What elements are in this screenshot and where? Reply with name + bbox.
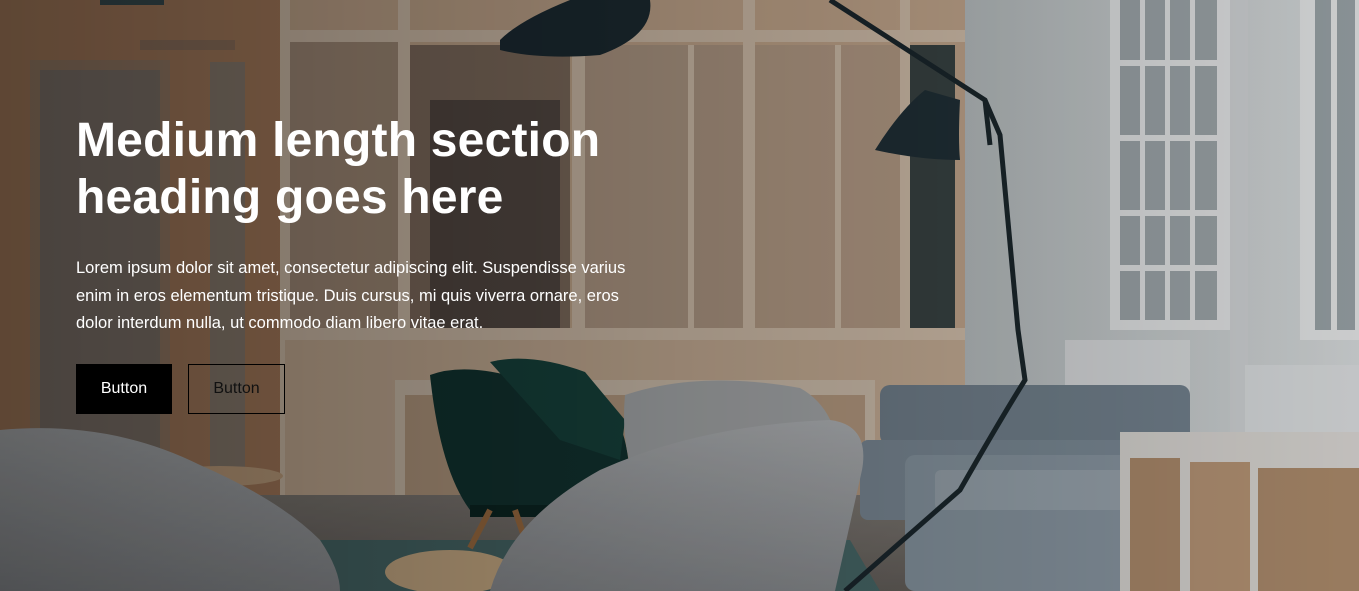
hero-section: Medium length section heading goes here … (0, 0, 1359, 591)
hero-body-text: Lorem ipsum dolor sit amet, consectetur … (76, 259, 626, 332)
hero-content: Medium length section heading goes here … (76, 112, 636, 414)
secondary-button[interactable]: Button (188, 363, 285, 414)
primary-button[interactable]: Button (76, 363, 172, 414)
hero-button-group: Button Button (76, 363, 636, 414)
hero-heading: Medium length section heading goes here (76, 114, 601, 224)
